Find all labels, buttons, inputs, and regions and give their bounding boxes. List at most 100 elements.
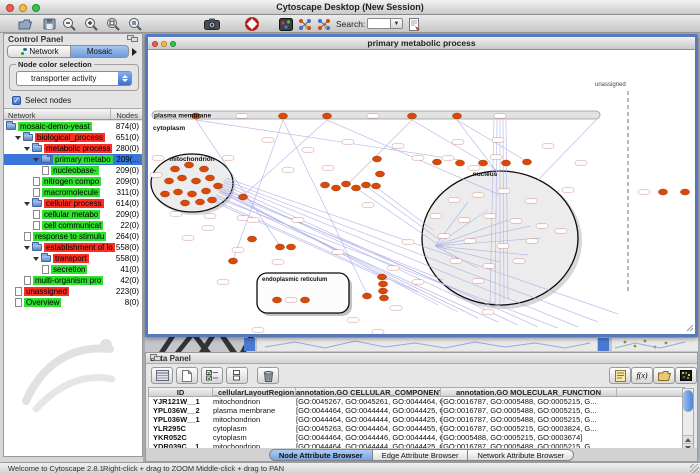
tree-row[interactable]: mosaic-demo-yeast 874(0)	[4, 121, 142, 132]
control-panel-header: Control Panel	[4, 34, 142, 44]
select-nodes-checkbox[interactable]: ✓	[12, 96, 21, 105]
tree-item-count: 874(0)	[116, 122, 139, 131]
network-view-titlebar[interactable]: primary metabolic process	[148, 37, 695, 50]
expand-arrow-icon[interactable]	[33, 158, 39, 162]
unassigned-region-label: unassigned	[595, 82, 626, 88]
window-titlebar[interactable]: Cytoscape Desktop (New Session)	[0, 0, 700, 15]
delete-attribute-trash-icon[interactable]	[257, 367, 279, 384]
column-header-molecular-function[interactable]: annotation.GO MOLECULAR_FUNCTION	[441, 388, 617, 396]
tree-column-header[interactable]: Network Nodes	[4, 108, 142, 120]
tree-row[interactable]: secretion 41(0)	[4, 264, 142, 275]
table-row[interactable]: YLR295C cytoplasm [GO:0045263, GO:004446…	[149, 424, 684, 433]
expand-arrow-icon[interactable]	[15, 136, 21, 140]
attribute-equation-icon[interactable]: f(x)	[631, 367, 653, 384]
search-dropdown-icon[interactable]: ▼	[391, 18, 403, 29]
tree-row[interactable]: unassigned 223(0)	[4, 286, 142, 297]
tree-row[interactable]: nucleobase- 209(0)	[4, 165, 142, 176]
save-session-icon[interactable]	[40, 16, 58, 32]
open-session-icon[interactable]	[16, 16, 34, 32]
network-nodes[interactable]	[160, 113, 689, 303]
network-tree: mosaic-demo-yeast 874(0) biological_proc…	[4, 121, 142, 308]
scrollbar-thumb[interactable]	[683, 390, 693, 412]
control-panel-title: Control Panel	[8, 34, 63, 44]
network-overlay-icon-1[interactable]	[296, 16, 314, 32]
create-attribute-icon[interactable]	[176, 367, 198, 384]
tree-item-icon	[6, 123, 16, 130]
tab-scroll-arrow-icon[interactable]	[132, 48, 137, 56]
expand-arrow-icon[interactable]	[33, 257, 39, 261]
cell-region: cytoplasm	[213, 424, 296, 433]
tree-item-label: transport	[53, 254, 89, 263]
table-row[interactable]: YPL036W__1 mitochondrion [GO:0044464, GO…	[149, 415, 684, 424]
tree-row[interactable]: metabolic process 280(0)	[4, 143, 142, 154]
tree-item-icon	[15, 287, 22, 296]
zoom-out-icon[interactable]	[60, 16, 78, 32]
node-color-dropdown[interactable]: transporter activity	[16, 71, 132, 86]
select-attributes-icon[interactable]	[151, 367, 173, 384]
table-scrollbar[interactable]	[682, 388, 694, 452]
browser-tab[interactable]: Edge Attribute Browser	[373, 449, 469, 461]
cell-cellular-component: [GO:0044464, GO:0044444, GO:0044425, G..…	[296, 415, 441, 424]
column-header-id[interactable]: ID	[149, 388, 213, 396]
tree-item-label: cellular metabo	[42, 210, 100, 219]
snapshot-camera-icon[interactable]	[203, 16, 221, 32]
import-attributes-folder-icon[interactable]	[653, 367, 675, 384]
data-panel-header: Data Panel	[146, 353, 697, 364]
browser-tab[interactable]: Network Attribute Browser	[468, 449, 574, 461]
attribute-notes-icon[interactable]	[609, 367, 631, 384]
table-row[interactable]: YKR052C cytoplasm [GO:0044464, GO:004444…	[149, 433, 684, 442]
tab-mosaic[interactable]: Mosaic	[71, 45, 129, 58]
tree-row[interactable]: cellular process 614(0)	[4, 198, 142, 209]
expand-arrow-icon[interactable]	[24, 202, 30, 206]
tree-row[interactable]: macromolecule 311(0)	[4, 187, 142, 198]
tree-row[interactable]: response to stimulu 264(0)	[4, 231, 142, 242]
zoom-selected-icon[interactable]	[104, 16, 122, 32]
tree-row[interactable]: Overview 8(0)	[4, 297, 142, 308]
tree-row[interactable]: nitrogen compo 209(0)	[4, 176, 142, 187]
tree-row[interactable]: cell communicat 22(0)	[4, 220, 142, 231]
cell-molecular-function: [GO:0016787, GO:0005488, GO:0005215, G..…	[441, 406, 617, 415]
tree-row[interactable]: establishment of lo 558(0)	[4, 242, 142, 253]
float-panel-icon[interactable]	[127, 35, 139, 43]
cell-cellular-component: [GO:0044464, GO:0044446, GO:0044444, G..…	[296, 433, 441, 442]
expand-arrow-icon[interactable]	[24, 147, 30, 151]
status-bar: Welcome to Cytoscape 2.8.1 Right-click +…	[0, 462, 700, 474]
tree-item-label: cell communicat	[42, 221, 103, 230]
attribute-matrix-icon[interactable]	[675, 367, 697, 384]
tree-item-icon	[33, 210, 40, 219]
attribute-checklist-icon[interactable]	[201, 367, 223, 384]
search-input[interactable]	[367, 18, 391, 29]
column-header-cellular-component[interactable]: annotation.GO CELLULAR_COMPONENT	[296, 388, 441, 396]
tree-row[interactable]: cellular metabo 209(0)	[4, 209, 142, 220]
tree-row[interactable]: biological_process 651(0)	[4, 132, 142, 143]
table-row[interactable]: YJR121W__1 mitochondrion [GO:0045267, GO…	[149, 397, 684, 406]
help-lifering-icon[interactable]	[243, 16, 261, 32]
tree-item-count: 42(0)	[120, 276, 139, 285]
tree-row[interactable]: multi-organism pro 42(0)	[4, 275, 142, 286]
tree-item-label: metabolic process	[44, 144, 112, 153]
zoom-in-icon[interactable]	[82, 16, 100, 32]
network-canvas[interactable]: plasma membrane cytoplasm mitochondrion …	[148, 50, 695, 334]
network-overlay-icon-2[interactable]	[315, 16, 333, 32]
column-header-region[interactable]: _cellularLayoutRegion	[213, 388, 296, 396]
table-row[interactable]: YPL036W__2 plasma membrane [GO:0044464, …	[149, 406, 684, 415]
vizmapper-icon[interactable]	[277, 16, 295, 32]
window-resize-grip[interactable]	[690, 464, 699, 473]
browser-tab[interactable]: Node Attribute Browser	[269, 449, 373, 461]
dropdown-stepper-icon[interactable]	[118, 72, 131, 85]
attribute-pair-icon[interactable]	[226, 367, 248, 384]
tree-item-count: 280(0)	[116, 144, 139, 153]
tree-item-icon	[33, 221, 40, 230]
zoom-fit-icon[interactable]	[126, 16, 144, 32]
table-header-row: ID _cellularLayoutRegion annotation.GO C…	[148, 387, 685, 397]
tree-row[interactable]: transport 558(0)	[4, 253, 142, 264]
frame-resize-grip[interactable]	[687, 325, 693, 331]
scroll-up-icon[interactable]	[683, 435, 693, 443]
tree-item-label: secretion	[51, 265, 87, 274]
tab-network[interactable]: Network	[7, 45, 71, 58]
float-data-panel-icon[interactable]	[150, 354, 162, 362]
annotation-tool-icon[interactable]	[406, 16, 424, 32]
tree-item-icon	[42, 166, 49, 175]
tree-row[interactable]: primary metabo 209(...	[4, 154, 142, 165]
expand-arrow-icon[interactable]	[24, 246, 30, 250]
